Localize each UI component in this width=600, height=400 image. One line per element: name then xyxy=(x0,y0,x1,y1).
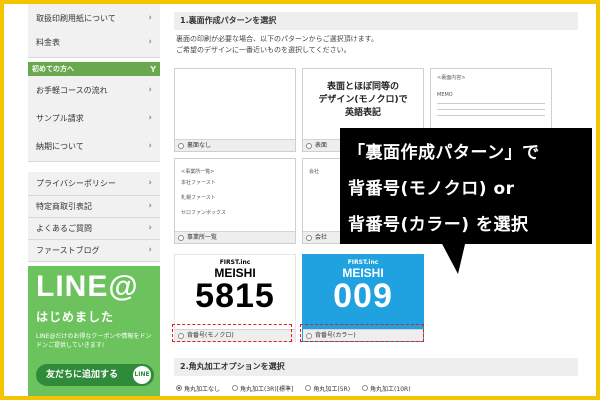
card-footer[interactable]: 裏面なし xyxy=(175,139,295,151)
screenshot-frame: 取扱印刷用紙について › 料金表 › 初めての方へ Y お手軽コースの流れ › … xyxy=(4,4,596,396)
sidebar-item-label: 取扱印刷用紙について xyxy=(36,14,116,23)
line-subtitle: はじめました xyxy=(36,310,115,324)
radio-button[interactable] xyxy=(306,143,312,149)
sidebar-item-privacy[interactable]: プライバシーポリシー › xyxy=(28,172,160,196)
callout-line: 背番号(カラー) を選択 xyxy=(348,215,529,235)
preview-rule xyxy=(437,115,545,116)
callout-line: 背番号(モノクロ) or xyxy=(348,179,515,199)
sidebar-item-flow[interactable]: お手軽コースの流れ › xyxy=(28,76,160,106)
corner-option-3r[interactable]: 角丸加工(3R)[標準] xyxy=(232,384,293,393)
card-footer[interactable]: 事業所一覧 xyxy=(175,231,295,243)
highlight-mono-option xyxy=(172,324,292,342)
sidebar-item-price[interactable]: 料金表 › xyxy=(28,28,160,58)
preview-line: MEMO xyxy=(437,92,453,98)
sidebar-item-blog[interactable]: ファーストブログ › xyxy=(28,240,160,262)
description-line: ご希望のデザインに一番近いものを選択してください。 xyxy=(176,46,351,54)
card-brand: FIRST.inc xyxy=(219,259,251,266)
preview-line: <裏面内容> xyxy=(437,75,466,81)
section-title-corner-option: 2.角丸加工オプションを選択 xyxy=(174,358,578,376)
card-preview-text: 表面とほぼ同等の デザイン(モノクロ)で 英語表記 xyxy=(303,81,423,120)
card-preview-text: 会社 xyxy=(309,169,320,175)
line-chat-icon: LINE xyxy=(133,366,151,384)
callout-pointer xyxy=(440,240,466,274)
preview-rule xyxy=(437,109,545,110)
card-label: 裏面なし xyxy=(187,142,212,149)
card-preview-text: <事業所一覧> 本社ファースト 札幌ファースト セロファンボックス xyxy=(181,169,226,217)
sidebar-item-faq[interactable]: よくあるご質問 › xyxy=(28,218,160,240)
highlight-color-option xyxy=(300,324,424,342)
chevron-right-icon: › xyxy=(148,245,152,255)
card-label: 事業所一覧 xyxy=(187,234,218,241)
corner-option-10r[interactable]: 角丸加工(10R) xyxy=(362,384,411,393)
sidebar-item-label: プライバシーポリシー xyxy=(36,179,116,188)
add-friend-button[interactable]: 友だちに追加する LINE xyxy=(36,364,154,386)
sidebar-item-label: サンプル請求 xyxy=(36,114,84,123)
radio-button[interactable] xyxy=(305,385,312,391)
add-friend-label: 友だちに追加する xyxy=(46,370,119,380)
corner-option-group: 角丸加工なし 角丸加工(3R)[標準] 角丸加工(5R) 角丸加工(10R) xyxy=(176,382,411,394)
preview-line: 本社ファースト xyxy=(181,180,216,186)
chevron-right-icon: › xyxy=(148,37,152,47)
sidebar-item-label: ファーストブログ xyxy=(36,246,100,255)
radio-button[interactable] xyxy=(306,235,312,241)
sidebar-item-sample[interactable]: サンプル請求 › xyxy=(28,104,160,134)
radio-button-selected[interactable] xyxy=(176,385,182,391)
option-label: 角丸加工なし xyxy=(184,385,221,393)
chevron-right-icon: › xyxy=(148,178,152,188)
section-description: 裏面の印刷が必要な場合、以下のパターンからご選択頂けます。 ご希望のデザインに一… xyxy=(176,34,378,56)
sidebar-item-label: 特定商取引表記 xyxy=(36,202,92,211)
preview-line: デザイン(モノクロ)で xyxy=(318,95,408,105)
card-number: 009 xyxy=(333,277,393,315)
preview-rule xyxy=(437,103,545,104)
sidebar-item-label: お手軽コースの流れ xyxy=(36,86,108,95)
pattern-card-none[interactable]: 裏面なし xyxy=(174,68,296,152)
radio-button[interactable] xyxy=(178,235,184,241)
card-label: 表面 xyxy=(315,142,328,149)
line-banner[interactable]: LINE@ はじめました LINE@だけのお得なクーポンや情報をドンドンご提供し… xyxy=(28,266,160,396)
instruction-callout: 「裏面作成パターン」で 背番号(モノクロ) or 背番号(カラー) を選択 xyxy=(340,128,592,244)
preview-line: セロファンボックス xyxy=(181,210,226,216)
preview-line: 表面とほぼ同等の xyxy=(326,82,399,92)
option-label: 角丸加工(5R) xyxy=(313,385,351,393)
chevron-right-icon: › xyxy=(148,223,152,233)
corner-option-none[interactable]: 角丸加工なし xyxy=(176,384,220,393)
line-logo: LINE@ xyxy=(36,270,139,303)
chevron-right-icon: › xyxy=(148,113,152,123)
sidebar-item-label: 料金表 xyxy=(36,38,60,47)
sidebar-item-legal[interactable]: 特定商取引表記 › xyxy=(28,196,160,218)
option-label: 角丸加工(10R) xyxy=(370,385,411,393)
chevron-right-icon: › xyxy=(148,13,152,23)
card-brand: FIRST.inc xyxy=(347,259,379,266)
chevron-right-icon: › xyxy=(148,201,152,211)
sidebar: 取扱印刷用紙について › 料金表 › 初めての方へ Y お手軽コースの流れ › … xyxy=(28,4,160,396)
preview-line: 英語表記 xyxy=(344,108,381,118)
preview-line: <事業所一覧> xyxy=(181,169,215,175)
section-title-back-pattern: 1.裏面作成パターンを選択 xyxy=(174,12,578,30)
sidebar-item-label: 納期について xyxy=(36,142,84,151)
sidebar-section-header: 初めての方へ Y xyxy=(28,62,160,76)
radio-button[interactable] xyxy=(362,385,369,391)
sidebar-section-header-label: 初めての方へ xyxy=(32,65,74,73)
card-preview-text: <裏面内容> MEMO xyxy=(437,75,465,99)
preview-line: 札幌ファースト xyxy=(181,195,216,201)
card-number: 5815 xyxy=(195,277,275,315)
corner-option-5r[interactable]: 角丸加工(5R) xyxy=(305,384,350,393)
sidebar-item-label: よくあるご質問 xyxy=(36,224,92,233)
sidebar-item-delivery[interactable]: 納期について › xyxy=(28,132,160,162)
callout-line: 「裏面作成パターン」で xyxy=(348,143,540,163)
chevron-right-icon: › xyxy=(148,141,152,151)
chevron-right-icon: › xyxy=(148,85,152,95)
deco-icon: Y xyxy=(150,65,156,74)
radio-button[interactable] xyxy=(178,143,184,149)
card-label: 会社 xyxy=(315,234,328,241)
radio-button[interactable] xyxy=(232,385,239,391)
description-line: 裏面の印刷が必要な場合、以下のパターンからご選択頂けます。 xyxy=(176,35,378,43)
option-label: 角丸加工(3R)[標準] xyxy=(240,385,294,393)
pattern-card-office-list[interactable]: <事業所一覧> 本社ファースト 札幌ファースト セロファンボックス 事業所一覧 xyxy=(174,158,296,244)
line-description: LINE@だけのお得なクーポンや情報をドンドンご提供していきます! xyxy=(36,333,152,349)
